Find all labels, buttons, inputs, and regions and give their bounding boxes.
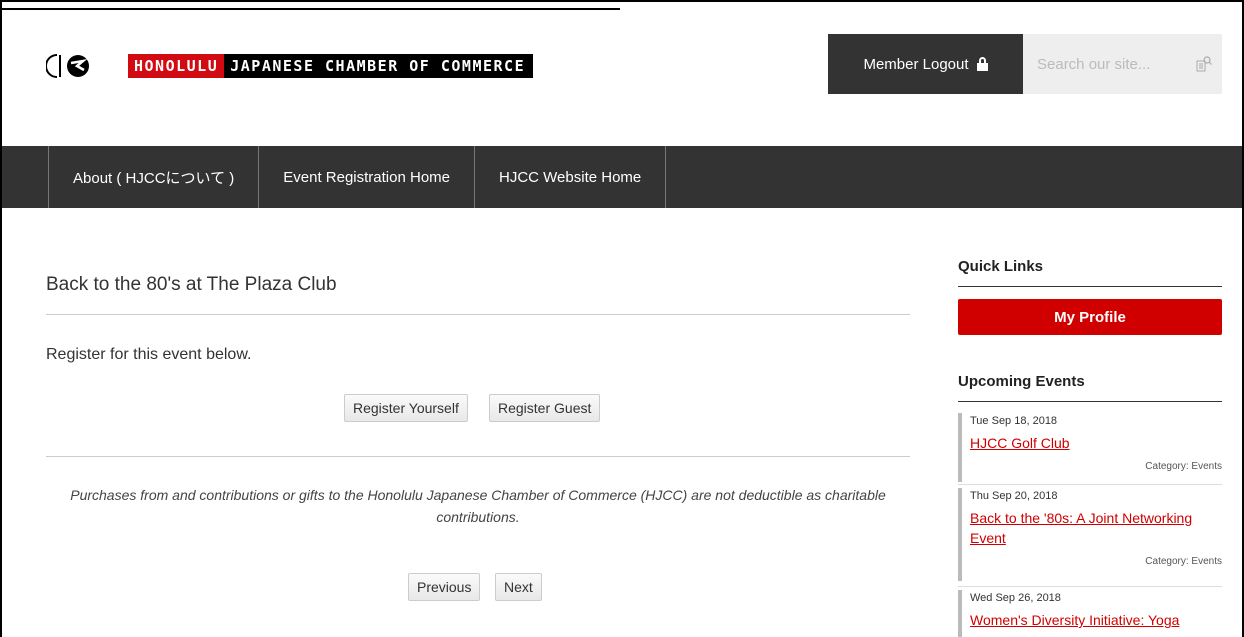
logo-wordmark: HONOLULU JAPANESE CHAMBER OF COMMERCE	[128, 54, 534, 78]
event-card: Tue Sep 18, 2018 HJCC Golf Club Category…	[958, 413, 1222, 482]
logo-word-honolulu: HONOLULU	[128, 54, 225, 78]
register-yourself-button[interactable]: Register Yourself	[344, 394, 468, 422]
hjcc-logo-mark-icon	[46, 54, 89, 78]
lock-icon	[976, 57, 988, 71]
search-icon[interactable]	[1196, 56, 1212, 72]
event-card: Wed Sep 26, 2018 Women's Diversity Initi…	[958, 590, 1222, 637]
event-date: Thu Sep 20, 2018	[970, 490, 1058, 502]
event-divider	[958, 484, 1222, 485]
nav-item-hjcc-website-home[interactable]: HJCC Website Home	[474, 146, 667, 208]
quick-links-heading: Quick Links	[958, 258, 1044, 275]
next-button[interactable]: Next	[495, 573, 542, 601]
my-profile-button[interactable]: My Profile	[958, 299, 1222, 335]
search-box	[1023, 34, 1222, 94]
upcoming-events-heading: Upcoming Events	[958, 373, 1085, 390]
member-logout-label: Member Logout	[863, 55, 969, 73]
previous-button[interactable]: Previous	[408, 573, 481, 601]
register-intro-text: Register for this event below.	[46, 346, 252, 363]
search-input[interactable]	[1037, 55, 1177, 73]
event-card: Thu Sep 20, 2018 Back to the '80s: A Joi…	[958, 488, 1222, 581]
title-divider	[46, 314, 910, 315]
quick-links-rule	[958, 286, 1222, 287]
event-category: Category: Events	[1145, 556, 1222, 567]
event-link[interactable]: Women's Diversity Initiative: Yoga	[970, 610, 1222, 630]
event-divider	[958, 586, 1222, 587]
event-link[interactable]: HJCC Golf Club	[970, 433, 1222, 453]
main-nav: About ( HJCCについて ) Event Registration Ho…	[2, 146, 1242, 208]
top-strip	[0, 0, 620, 10]
event-title: Back to the 80's at The Plaza Club	[46, 274, 337, 295]
member-logout-button[interactable]: Member Logout	[828, 34, 1023, 94]
event-date: Tue Sep 18, 2018	[970, 415, 1058, 427]
register-guest-button[interactable]: Register Guest	[489, 394, 601, 422]
content-divider	[46, 456, 910, 457]
nav-item-about[interactable]: About ( HJCCについて )	[48, 146, 258, 208]
site-logo[interactable]: HONOLULU JAPANESE CHAMBER OF COMMERCE	[46, 53, 534, 79]
event-date: Wed Sep 26, 2018	[970, 592, 1061, 604]
nav-item-event-registration-home[interactable]: Event Registration Home	[258, 146, 474, 208]
upcoming-events-rule	[958, 401, 1222, 402]
tax-disclaimer: Purchases from and contributions or gift…	[70, 487, 886, 525]
event-link[interactable]: Back to the '80s: A Joint Networking Eve…	[970, 508, 1222, 548]
logo-word-rest: JAPANESE CHAMBER OF COMMERCE	[230, 57, 526, 75]
event-category: Category: Events	[1145, 461, 1222, 472]
